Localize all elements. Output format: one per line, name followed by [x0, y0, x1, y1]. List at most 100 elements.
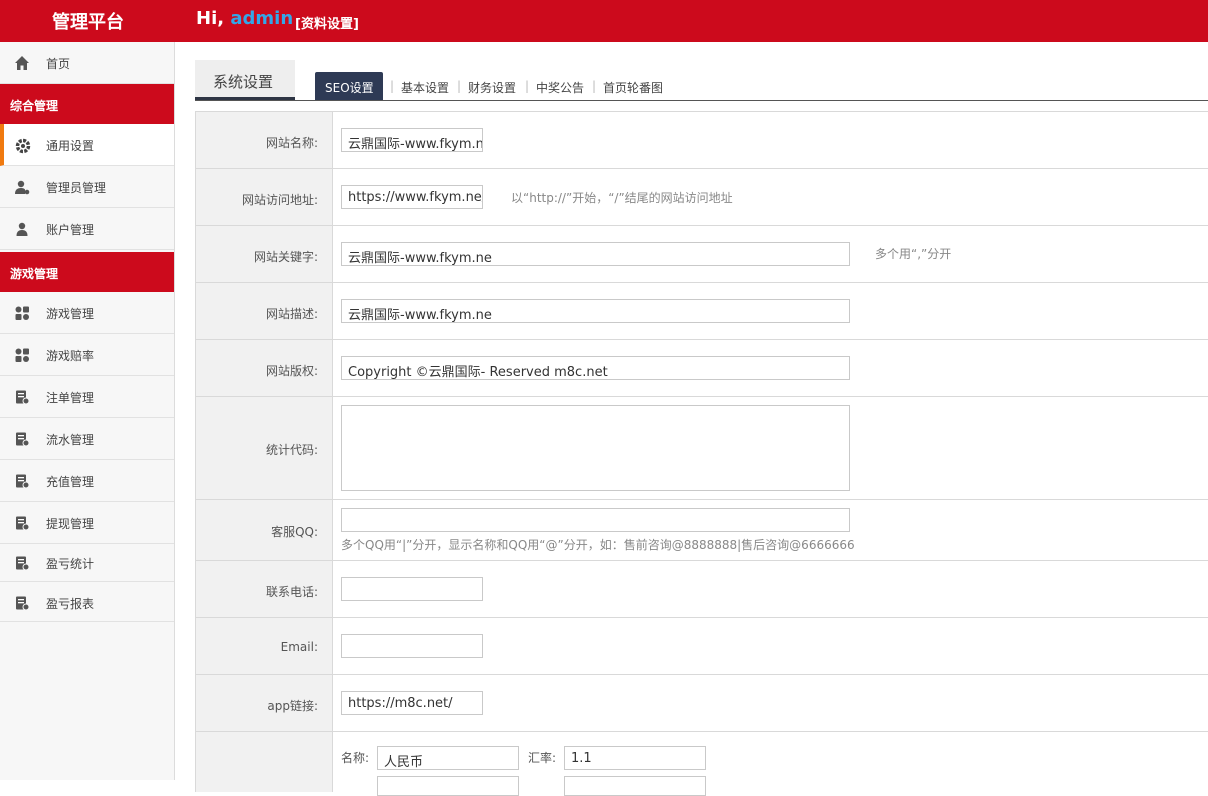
sidebar-item-game-odds[interactable]: 游戏赔率 [0, 334, 174, 376]
gear-icon [14, 137, 31, 154]
qq-label: 客服QQ: [271, 525, 318, 539]
greeting-text: Hi, [196, 8, 225, 29]
form-row-qq: 客服QQ: 多个QQ用“|”分开，显示名称和QQ用“@”分开，如：售前咨询@88… [195, 500, 1208, 561]
sidebar-item-profit-report[interactable]: 盈亏报表 [0, 582, 174, 622]
sidebar-item-label: 充值管理 [46, 475, 95, 489]
sidebar-item-withdraw-manage[interactable]: 提现管理 [0, 502, 174, 544]
label-cell [195, 732, 333, 792]
sidebar-item-admin-manage[interactable]: 管理员管理 [0, 166, 174, 208]
description-input[interactable]: 云鼎国际-www.fkym.ne [341, 299, 850, 323]
currency-name-input-2[interactable] [377, 776, 519, 796]
form-row-app-link: app链接: https://m8c.net/ [195, 675, 1208, 732]
phone-input[interactable] [341, 577, 483, 601]
label-cell: app链接: [195, 675, 333, 731]
app-link-label: app链接: [267, 699, 318, 713]
label-cell: 网站版权: [195, 340, 333, 396]
apps-icon [14, 305, 30, 321]
tab-separator: | [390, 79, 395, 93]
label-cell: 网站名称: [195, 112, 333, 168]
sidebar-item-label: 管理员管理 [46, 181, 107, 195]
form-row-email: Email: [195, 618, 1208, 675]
sidebar-item-recharge-manage[interactable]: 充值管理 [0, 460, 174, 502]
site-name-input[interactable]: 云鼎国际-www.fkym.ne [341, 128, 483, 152]
tab-system-settings[interactable]: 系统设置 [195, 60, 295, 100]
sidebar-item-label: 游戏管理 [46, 307, 95, 321]
label-cell: Email: [195, 618, 333, 674]
phone-label: 联系电话: [265, 585, 318, 599]
tab-separator: | [592, 79, 597, 93]
currency-name-label: 名称: [341, 751, 370, 765]
tab-separator: | [457, 79, 462, 93]
sidebar-item-label: 流水管理 [46, 433, 95, 447]
site-name-label: 网站名称: [265, 136, 318, 150]
sidebar-item-label: 首页 [46, 57, 71, 71]
label-cell: 网站访问地址: [195, 169, 333, 225]
sidebar-group-general[interactable]: 综合管理 [0, 84, 174, 124]
sidebar-item-account-manage[interactable]: 账户管理 [0, 208, 174, 250]
site-url-input[interactable]: https://www.fkym.ne/ [341, 185, 483, 209]
profile-settings-link[interactable]: [资料设置] [295, 13, 359, 32]
tab-win-notice[interactable]: 中奖公告 [536, 79, 584, 96]
tab-home-banner[interactable]: 首页轮番图 [603, 79, 663, 96]
app-link-input[interactable]: https://m8c.net/ [341, 691, 483, 715]
currency-rate-input-2[interactable] [564, 776, 706, 796]
sidebar-item-general-settings[interactable]: 通用设置 [0, 124, 174, 166]
sidebar-item-label: 盈亏统计 [46, 557, 95, 571]
qq-input[interactable] [341, 508, 850, 532]
top-bar: 管理平台 Hi, admin [资料设置] [0, 0, 1208, 42]
currency-rate-input[interactable]: 1.1 [564, 746, 706, 770]
form-row-phone: 联系电话: [195, 561, 1208, 618]
document-icon [14, 389, 30, 405]
form-row-site-name: 网站名称: 云鼎国际-www.fkym.ne [195, 112, 1208, 169]
user-gear-icon [14, 179, 30, 195]
tab-basic-settings[interactable]: 基本设置 [401, 79, 449, 96]
sidebar-item-label: 盈亏报表 [46, 597, 95, 611]
sidebar-item-profit-stats[interactable]: 盈亏统计 [0, 542, 174, 582]
label-cell: 客服QQ: [195, 500, 333, 560]
seo-settings-form: 网站名称: 云鼎国际-www.fkym.ne 网站访问地址: https://w… [195, 111, 1208, 796]
copyright-label: 网站版权: [265, 364, 318, 378]
site-url-hint: 以“http://”开始，“/”结尾的网站访问地址 [511, 191, 733, 205]
greeting: Hi, admin [196, 8, 293, 29]
form-row-keywords: 网站关键字: 云鼎国际-www.fkym.ne 多个用“,”分开 [195, 226, 1208, 283]
label-cell: 网站描述: [195, 283, 333, 339]
sidebar-item-bet-manage[interactable]: 注单管理 [0, 376, 174, 418]
username: admin [230, 8, 294, 29]
email-label: Email: [280, 640, 318, 654]
document-icon [14, 473, 30, 489]
sidebar-item-game-manage[interactable]: 游戏管理 [0, 292, 174, 334]
sidebar: 首页 综合管理 通用设置 管理员管理 账户管理 游戏管理 游戏管理 游戏赔率 注… [0, 42, 175, 780]
keywords-input[interactable]: 云鼎国际-www.fkym.ne [341, 242, 850, 266]
keywords-label: 网站关键字: [253, 250, 318, 264]
tab-finance-settings[interactable]: 财务设置 [468, 79, 516, 96]
sidebar-item-label: 提现管理 [46, 517, 95, 531]
brand-title: 管理平台 [52, 12, 124, 33]
stats-code-textarea[interactable] [341, 405, 850, 491]
document-icon [14, 595, 30, 611]
form-row-currency: 名称: 人民币 汇率: 1.1 [195, 732, 1208, 796]
tab-separator: | [525, 79, 530, 93]
sidebar-item-home[interactable]: 首页 [0, 42, 174, 84]
currency-name-input[interactable]: 人民币 [377, 746, 519, 770]
email-input[interactable] [341, 634, 483, 658]
apps-icon [14, 347, 30, 363]
description-label: 网站描述: [265, 307, 318, 321]
document-icon [14, 555, 30, 571]
label-cell: 网站关键字: [195, 226, 333, 282]
sidebar-group-games[interactable]: 游戏管理 [0, 252, 174, 292]
currency-rate-label: 汇率: [528, 751, 557, 765]
user-icon [14, 221, 30, 237]
tab-seo-settings[interactable]: SEO设置 [315, 72, 383, 100]
form-row-site-url: 网站访问地址: https://www.fkym.ne/ 以“http://”开… [195, 169, 1208, 226]
copyright-input[interactable]: Copyright ©云鼎国际- Reserved m8c.net [341, 356, 850, 380]
sidebar-item-label: 注单管理 [46, 391, 95, 405]
document-icon [14, 431, 30, 447]
label-cell: 统计代码: [195, 397, 333, 499]
form-row-description: 网站描述: 云鼎国际-www.fkym.ne [195, 283, 1208, 340]
sidebar-item-flow-manage[interactable]: 流水管理 [0, 418, 174, 460]
keywords-hint: 多个用“,”分开 [875, 247, 952, 261]
sidebar-item-label: 账户管理 [46, 223, 95, 237]
settings-tabs: 系统设置 SEO设置 | 基本设置 | 财务设置 | 中奖公告 | 首页轮番图 [195, 60, 1208, 101]
sidebar-item-label: 通用设置 [46, 139, 95, 153]
home-icon [14, 55, 30, 71]
